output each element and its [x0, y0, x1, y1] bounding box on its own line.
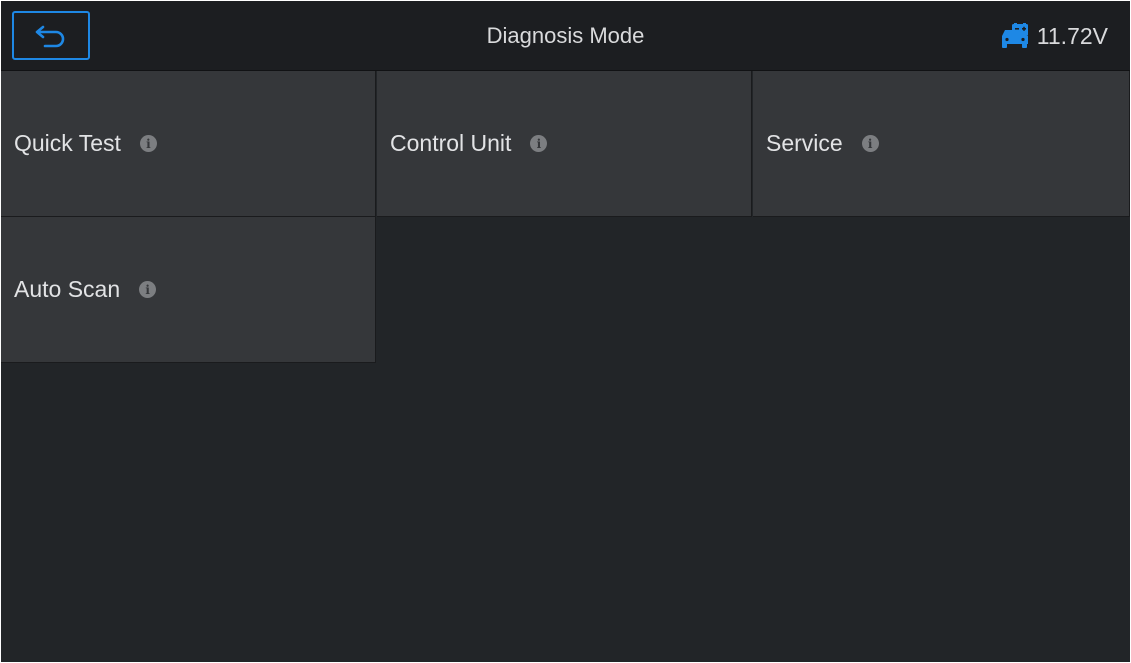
menu-item-service[interactable]: Service i — [753, 71, 1130, 217]
voltage-indicator: 11.72V — [999, 1, 1108, 71]
info-icon[interactable]: i — [139, 281, 157, 298]
info-icon[interactable]: i — [139, 135, 157, 152]
info-icon[interactable]: i — [530, 135, 548, 152]
menu-item-auto-scan[interactable]: Auto Scan i — [1, 217, 376, 363]
menu-item-label: Quick Test — [14, 130, 121, 156]
menu-item-label: Service — [766, 130, 843, 156]
menu-item-label: Auto Scan — [14, 276, 121, 302]
menu-item-control-unit[interactable]: Control Unit i — [377, 71, 752, 217]
info-icon[interactable]: i — [861, 135, 879, 152]
diagnosis-screen: Diagnosis Mode 11.72V Quick Test i Contr… — [1, 1, 1130, 662]
vehicle-battery-icon — [1001, 23, 1028, 48]
back-arrow-icon — [35, 25, 65, 47]
menu-item-quick-test[interactable]: Quick Test i — [1, 71, 376, 217]
back-button[interactable] — [12, 11, 90, 60]
voltage-value: 11.72V — [1036, 22, 1108, 49]
page-title: Diagnosis Mode — [486, 23, 645, 48]
header-bar: Diagnosis Mode 11.72V — [1, 1, 1130, 71]
menu-item-label: Control Unit — [390, 130, 512, 156]
